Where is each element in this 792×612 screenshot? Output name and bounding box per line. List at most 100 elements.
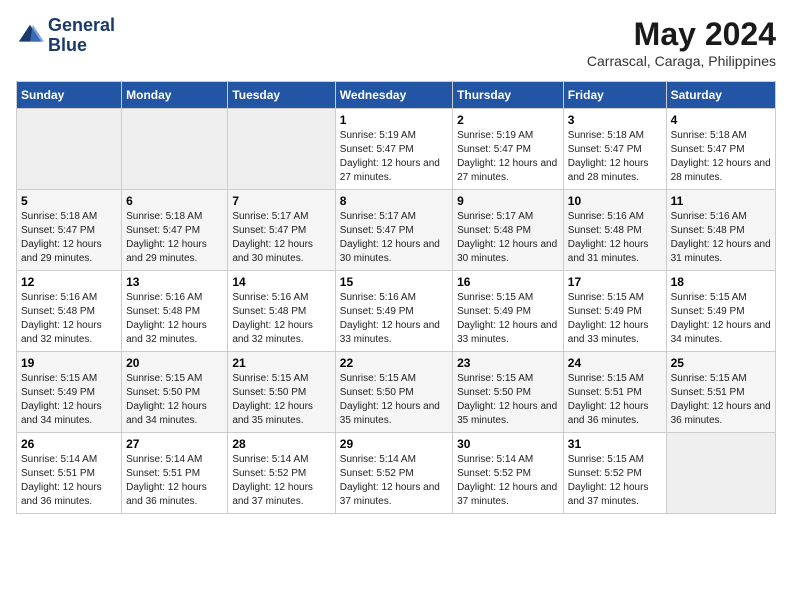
- day-info: Sunrise: 5:16 AMSunset: 5:48 PMDaylight:…: [126, 291, 223, 347]
- calendar-cell: 24 Sunrise: 5:15 AMSunset: 5:51 PMDayligh…: [563, 352, 666, 433]
- day-number: 3: [568, 113, 662, 127]
- calendar-week-row: 26 Sunrise: 5:14 AMSunset: 5:51 PMDayligh…: [17, 433, 776, 514]
- day-number: 12: [21, 275, 117, 289]
- calendar-cell: 30Sunrise: 5:14 AMSunset: 5:52 PMDayligh…: [453, 433, 564, 514]
- calendar-table: SundayMondayTuesdayWednesdayThursdayFrid…: [16, 81, 776, 514]
- day-number: 11: [671, 194, 771, 208]
- day-info: Sunrise: 5:14 AMSunset: 5:51 PMDaylight:…: [21, 453, 117, 509]
- calendar-cell: 25 Sunrise: 5:15 AMSunset: 5:51 PMDayligh…: [666, 352, 775, 433]
- calendar-cell: 2 Sunrise: 5:19 AMSunset: 5:47 PMDaylight…: [453, 109, 564, 190]
- calendar-cell: 28 Sunrise: 5:14 AMSunset: 5:52 PMDayligh…: [228, 433, 335, 514]
- calendar-week-row: 1 Sunrise: 5:19 AMSunset: 5:47 PMDaylight…: [17, 109, 776, 190]
- day-info: Sunrise: 5:15 AMSunset: 5:49 PMDaylight:…: [671, 291, 771, 347]
- day-info: Sunrise: 5:16 AMSunset: 5:49 PMDaylight:…: [340, 291, 448, 347]
- day-info: Sunrise: 5:17 AMSunset: 5:48 PMDaylight:…: [457, 210, 559, 266]
- day-info: Sunrise: 5:18 AMSunset: 5:47 PMDaylight:…: [126, 210, 223, 266]
- day-number: 8: [340, 194, 448, 208]
- day-info: Sunrise: 5:15 AMSunset: 5:50 PMDaylight:…: [457, 372, 559, 428]
- day-info: Sunrise: 5:14 AMSunset: 5:52 PMDaylight:…: [232, 453, 330, 509]
- calendar-cell: 21 Sunrise: 5:15 AMSunset: 5:50 PMDayligh…: [228, 352, 335, 433]
- day-number: 23: [457, 356, 559, 370]
- day-number: 27: [126, 437, 223, 451]
- day-number: 25: [671, 356, 771, 370]
- day-info: Sunrise: 5:16 AMSunset: 5:48 PMDaylight:…: [671, 210, 771, 266]
- calendar-week-row: 12 Sunrise: 5:16 AMSunset: 5:48 PMDayligh…: [17, 271, 776, 352]
- calendar-cell: 15 Sunrise: 5:16 AMSunset: 5:49 PMDayligh…: [335, 271, 452, 352]
- calendar-cell: [122, 109, 228, 190]
- calendar-cell: 18 Sunrise: 5:15 AMSunset: 5:49 PMDayligh…: [666, 271, 775, 352]
- header-day: Sunday: [17, 82, 122, 109]
- calendar-cell: 20 Sunrise: 5:15 AMSunset: 5:50 PMDayligh…: [122, 352, 228, 433]
- day-number: 31: [568, 437, 662, 451]
- day-info: Sunrise: 5:19 AMSunset: 5:47 PMDaylight:…: [457, 129, 559, 185]
- header-day: Friday: [563, 82, 666, 109]
- calendar-cell: [228, 109, 335, 190]
- day-info: Sunrise: 5:14 AMSunset: 5:52 PMDaylight:…: [340, 453, 448, 509]
- day-info: Sunrise: 5:15 AMSunset: 5:52 PMDaylight:…: [568, 453, 662, 509]
- calendar-cell: 10Sunrise: 5:16 AMSunset: 5:48 PMDayligh…: [563, 190, 666, 271]
- logo-text: General Blue: [48, 16, 115, 56]
- calendar-cell: 3Sunrise: 5:18 AMSunset: 5:47 PMDaylight…: [563, 109, 666, 190]
- day-info: Sunrise: 5:15 AMSunset: 5:51 PMDaylight:…: [671, 372, 771, 428]
- day-info: Sunrise: 5:15 AMSunset: 5:51 PMDaylight:…: [568, 372, 662, 428]
- day-info: Sunrise: 5:18 AMSunset: 5:47 PMDaylight:…: [671, 129, 771, 185]
- day-info: Sunrise: 5:19 AMSunset: 5:47 PMDaylight:…: [340, 129, 448, 185]
- page-header: General Blue May 2024 Carrascal, Caraga,…: [16, 16, 776, 69]
- day-number: 28: [232, 437, 330, 451]
- day-info: Sunrise: 5:15 AMSunset: 5:50 PMDaylight:…: [232, 372, 330, 428]
- day-number: 15: [340, 275, 448, 289]
- day-info: Sunrise: 5:16 AMSunset: 5:48 PMDaylight:…: [21, 291, 117, 347]
- calendar-cell: 5 Sunrise: 5:18 AMSunset: 5:47 PMDaylight…: [17, 190, 122, 271]
- calendar-cell: 7Sunrise: 5:17 AMSunset: 5:47 PMDaylight…: [228, 190, 335, 271]
- day-info: Sunrise: 5:16 AMSunset: 5:48 PMDaylight:…: [232, 291, 330, 347]
- header-day: Wednesday: [335, 82, 452, 109]
- calendar-cell: 9Sunrise: 5:17 AMSunset: 5:48 PMDaylight…: [453, 190, 564, 271]
- day-number: 24: [568, 356, 662, 370]
- main-title: May 2024: [587, 16, 776, 53]
- calendar-cell: 17Sunrise: 5:15 AMSunset: 5:49 PMDayligh…: [563, 271, 666, 352]
- subtitle: Carrascal, Caraga, Philippines: [587, 53, 776, 69]
- day-number: 1: [340, 113, 448, 127]
- header-day: Monday: [122, 82, 228, 109]
- title-block: May 2024 Carrascal, Caraga, Philippines: [587, 16, 776, 69]
- calendar-cell: 22Sunrise: 5:15 AMSunset: 5:50 PMDayligh…: [335, 352, 452, 433]
- day-info: Sunrise: 5:17 AMSunset: 5:47 PMDaylight:…: [340, 210, 448, 266]
- logo-icon: [16, 22, 44, 50]
- calendar-cell: 26 Sunrise: 5:14 AMSunset: 5:51 PMDayligh…: [17, 433, 122, 514]
- day-number: 2: [457, 113, 559, 127]
- day-number: 20: [126, 356, 223, 370]
- calendar-cell: 31 Sunrise: 5:15 AMSunset: 5:52 PMDayligh…: [563, 433, 666, 514]
- day-number: 5: [21, 194, 117, 208]
- day-info: Sunrise: 5:17 AMSunset: 5:47 PMDaylight:…: [232, 210, 330, 266]
- day-number: 14: [232, 275, 330, 289]
- calendar-cell: 13Sunrise: 5:16 AMSunset: 5:48 PMDayligh…: [122, 271, 228, 352]
- day-number: 18: [671, 275, 771, 289]
- day-info: Sunrise: 5:18 AMSunset: 5:47 PMDaylight:…: [21, 210, 117, 266]
- day-number: 16: [457, 275, 559, 289]
- day-number: 29: [340, 437, 448, 451]
- header-day: Saturday: [666, 82, 775, 109]
- calendar-cell: 4 Sunrise: 5:18 AMSunset: 5:47 PMDaylight…: [666, 109, 775, 190]
- header-day: Thursday: [453, 82, 564, 109]
- calendar-cell: [666, 433, 775, 514]
- calendar-cell: 14 Sunrise: 5:16 AMSunset: 5:48 PMDayligh…: [228, 271, 335, 352]
- header-day: Tuesday: [228, 82, 335, 109]
- day-info: Sunrise: 5:14 AMSunset: 5:51 PMDaylight:…: [126, 453, 223, 509]
- calendar-cell: 11 Sunrise: 5:16 AMSunset: 5:48 PMDayligh…: [666, 190, 775, 271]
- calendar-cell: 12 Sunrise: 5:16 AMSunset: 5:48 PMDayligh…: [17, 271, 122, 352]
- logo: General Blue: [16, 16, 115, 56]
- day-info: Sunrise: 5:15 AMSunset: 5:49 PMDaylight:…: [457, 291, 559, 347]
- day-number: 30: [457, 437, 559, 451]
- calendar-body: 1 Sunrise: 5:19 AMSunset: 5:47 PMDaylight…: [17, 109, 776, 514]
- calendar-cell: 19Sunrise: 5:15 AMSunset: 5:49 PMDayligh…: [17, 352, 122, 433]
- day-number: 26: [21, 437, 117, 451]
- day-number: 22: [340, 356, 448, 370]
- calendar-cell: 29 Sunrise: 5:14 AMSunset: 5:52 PMDayligh…: [335, 433, 452, 514]
- day-info: Sunrise: 5:15 AMSunset: 5:50 PMDaylight:…: [126, 372, 223, 428]
- day-number: 17: [568, 275, 662, 289]
- calendar-cell: 16 Sunrise: 5:15 AMSunset: 5:49 PMDayligh…: [453, 271, 564, 352]
- day-number: 21: [232, 356, 330, 370]
- calendar-cell: 8 Sunrise: 5:17 AMSunset: 5:47 PMDaylight…: [335, 190, 452, 271]
- day-number: 4: [671, 113, 771, 127]
- day-number: 10: [568, 194, 662, 208]
